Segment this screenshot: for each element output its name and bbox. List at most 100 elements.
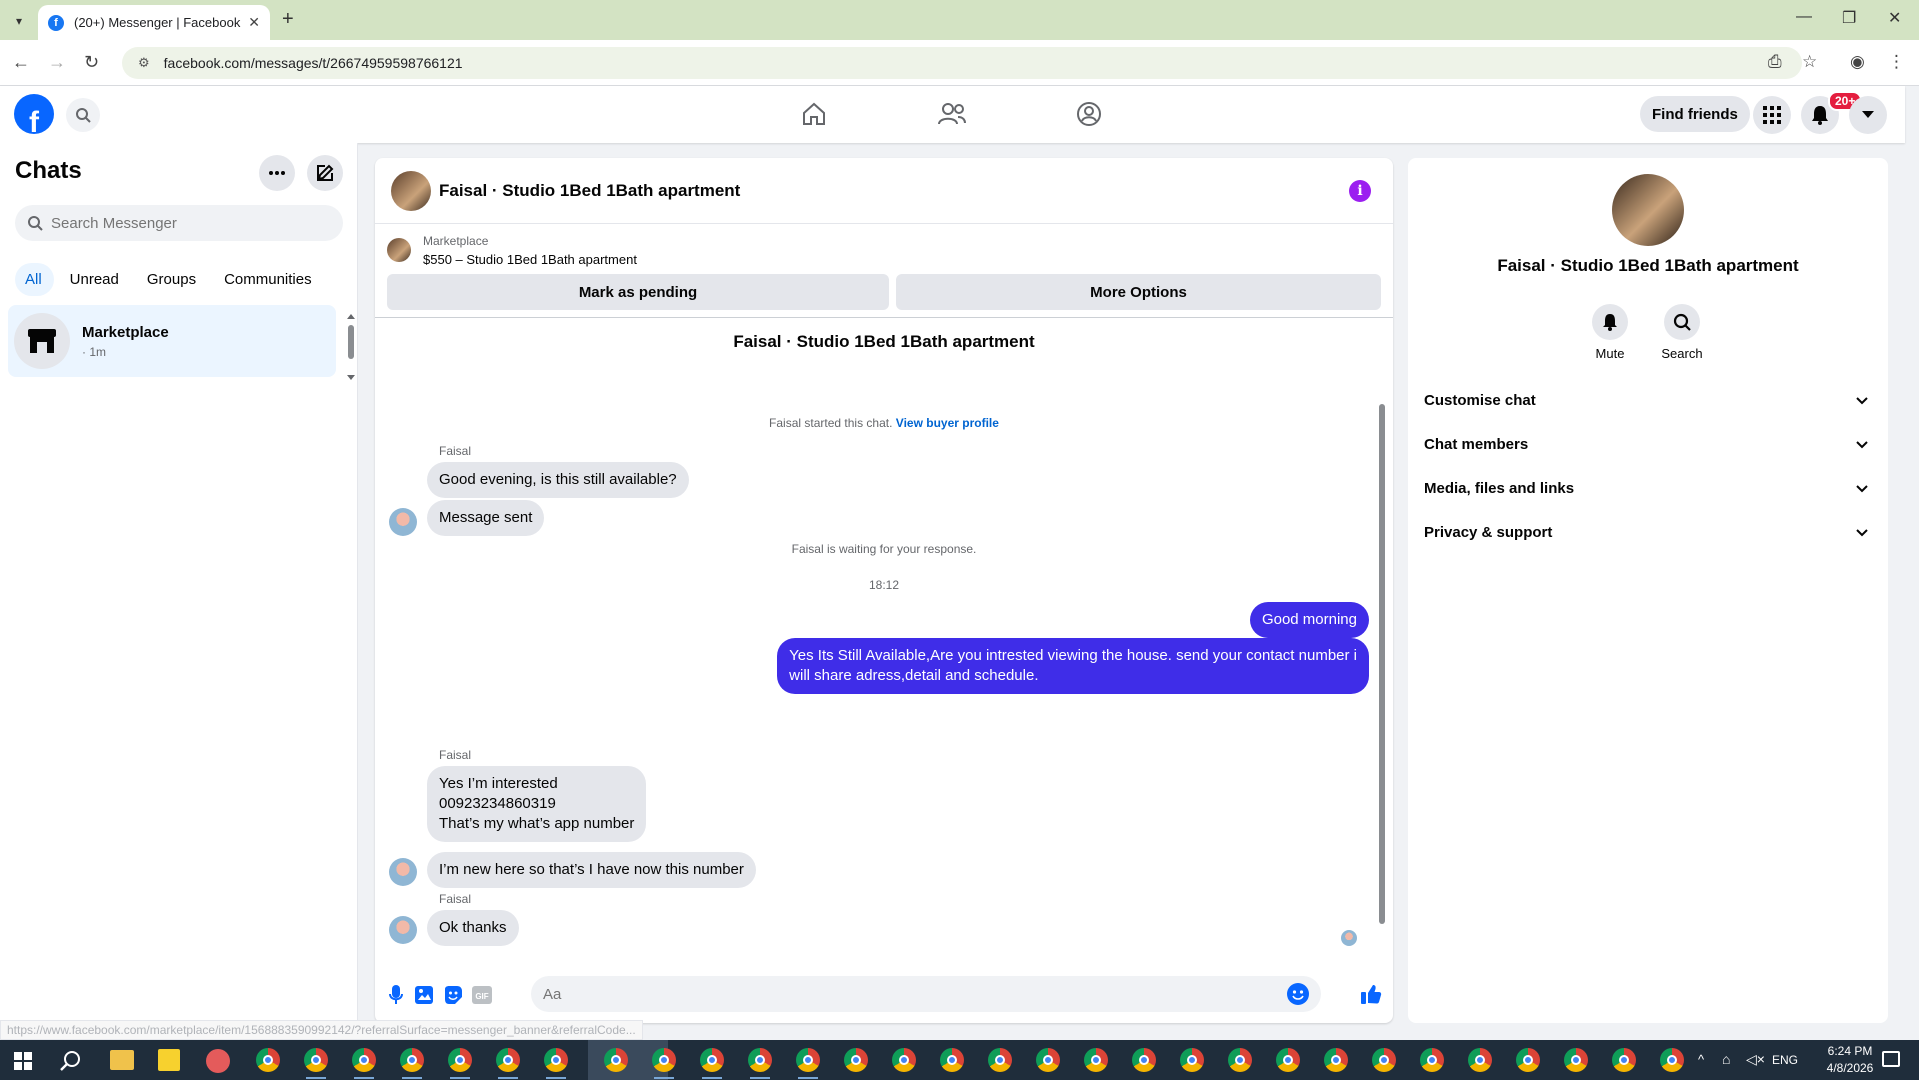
sender-avatar[interactable] bbox=[389, 508, 417, 536]
privacy-support-row[interactable]: Privacy & support bbox=[1424, 512, 1880, 552]
chrome-icon[interactable] bbox=[1132, 1048, 1156, 1072]
mute-action[interactable]: Mute bbox=[1580, 304, 1640, 361]
tray-chevron-icon[interactable]: ^ bbox=[1698, 1052, 1704, 1067]
search-action[interactable]: Search bbox=[1652, 304, 1712, 361]
photo-icon[interactable] bbox=[413, 984, 435, 1006]
bookmark-star-icon[interactable]: ☆ bbox=[1802, 52, 1817, 72]
chrome-icon[interactable] bbox=[1564, 1048, 1588, 1072]
chrome-icon[interactable] bbox=[544, 1048, 568, 1072]
chrome-icon[interactable] bbox=[940, 1048, 964, 1072]
conversation-title[interactable]: Faisal · Studio 1Bed 1Bath apartment bbox=[439, 181, 740, 201]
window-close-icon[interactable]: ✕ bbox=[1888, 8, 1901, 28]
scrollbar-thumb[interactable] bbox=[1379, 404, 1385, 924]
sidebar-scrollbar[interactable] bbox=[346, 313, 356, 383]
info-icon[interactable]: i bbox=[1349, 180, 1371, 202]
chrome-icon[interactable] bbox=[1612, 1048, 1636, 1072]
new-message-icon[interactable] bbox=[307, 155, 343, 191]
sticker-icon[interactable] bbox=[442, 984, 464, 1006]
message-bubble-incoming[interactable]: Message sent bbox=[427, 500, 545, 536]
view-buyer-profile-link[interactable]: View buyer profile bbox=[896, 416, 999, 430]
filter-all[interactable]: All bbox=[15, 263, 54, 296]
search-icon[interactable] bbox=[1664, 304, 1700, 340]
chrome-icon[interactable] bbox=[748, 1048, 772, 1072]
menu-grid-icon[interactable] bbox=[1753, 96, 1791, 134]
facebook-logo-icon[interactable]: f bbox=[14, 94, 54, 134]
app-icon[interactable] bbox=[206, 1049, 230, 1073]
find-friends-button[interactable]: Find friends bbox=[1640, 96, 1750, 132]
like-thumbs-up-icon[interactable] bbox=[1359, 982, 1383, 1006]
restore-icon[interactable]: ❐ bbox=[1842, 8, 1856, 28]
more-options-button[interactable]: More Options bbox=[896, 274, 1381, 310]
chrome-icon[interactable] bbox=[1276, 1048, 1300, 1072]
chrome-icon[interactable] bbox=[256, 1048, 280, 1072]
taskbar-search-icon[interactable] bbox=[60, 1050, 82, 1077]
chrome-icon[interactable] bbox=[352, 1048, 376, 1072]
message-input[interactable] bbox=[543, 985, 1243, 1003]
message-input-box[interactable] bbox=[531, 976, 1321, 1012]
volume-muted-icon[interactable]: ◁× bbox=[1746, 1051, 1765, 1068]
notifications-center-icon[interactable] bbox=[1882, 1051, 1900, 1067]
new-tab-icon[interactable]: + bbox=[282, 8, 294, 31]
chrome-icon[interactable] bbox=[1228, 1048, 1252, 1072]
search-messenger-input[interactable] bbox=[51, 214, 331, 232]
account-chevron-icon[interactable] bbox=[1849, 96, 1887, 134]
chrome-icon[interactable] bbox=[844, 1048, 868, 1072]
chat-item-marketplace[interactable]: Marketplace · 1m bbox=[8, 305, 336, 377]
filter-groups[interactable]: Groups bbox=[137, 263, 208, 296]
customise-chat-row[interactable]: Customise chat bbox=[1424, 380, 1880, 420]
messenger-search[interactable] bbox=[15, 205, 343, 241]
profile-icon[interactable]: ◉ bbox=[1850, 52, 1865, 72]
clock[interactable]: 6:24 PM 4/8/2026 bbox=[1818, 1044, 1882, 1075]
sender-avatar[interactable] bbox=[389, 858, 417, 886]
contact-avatar[interactable] bbox=[391, 170, 431, 211]
chrome-icon[interactable] bbox=[988, 1048, 1012, 1072]
url-bar[interactable]: ⚙ facebook.com/messages/t/26674959598766… bbox=[122, 47, 1802, 79]
chrome-icon[interactable] bbox=[1420, 1048, 1444, 1072]
message-bubble-incoming[interactable]: Ok thanks bbox=[427, 910, 519, 946]
mute-bell-icon[interactable] bbox=[1592, 304, 1628, 340]
message-bubble-incoming[interactable]: Good evening, is this still available? bbox=[427, 462, 689, 498]
windows-start-icon[interactable] bbox=[14, 1052, 32, 1075]
listing-title[interactable]: $550 – Studio 1Bed 1Bath apartment bbox=[423, 252, 637, 267]
browser-menu-icon[interactable]: ⋮ bbox=[1888, 52, 1905, 72]
media-files-links-row[interactable]: Media, files and links bbox=[1424, 468, 1880, 508]
chrome-icon[interactable] bbox=[892, 1048, 916, 1072]
install-app-icon[interactable]: ⎙ bbox=[1768, 52, 1782, 72]
home-icon[interactable] bbox=[798, 98, 830, 130]
browser-tab[interactable]: f (20+) Messenger | Facebook ✕ bbox=[38, 5, 270, 40]
forward-icon[interactable]: → bbox=[48, 52, 66, 73]
chrome-icon[interactable] bbox=[604, 1048, 628, 1072]
chrome-icon[interactable] bbox=[1324, 1048, 1348, 1072]
chrome-icon[interactable] bbox=[1372, 1048, 1396, 1072]
message-bubble-outgoing[interactable]: Good morning bbox=[1249, 602, 1369, 638]
chrome-icon[interactable] bbox=[304, 1048, 328, 1072]
network-icon[interactable]: ⌂ bbox=[1722, 1051, 1730, 1067]
site-info-icon[interactable]: ⚙ bbox=[138, 55, 150, 71]
language-indicator[interactable]: ENG bbox=[1772, 1053, 1798, 1067]
chrome-icon[interactable] bbox=[448, 1048, 472, 1072]
chrome-icon[interactable] bbox=[400, 1048, 424, 1072]
chrome-icon[interactable] bbox=[1036, 1048, 1060, 1072]
filter-unread[interactable]: Unread bbox=[60, 263, 131, 296]
mark-as-pending-button[interactable]: Mark as pending bbox=[387, 274, 889, 310]
chrome-icon[interactable] bbox=[1180, 1048, 1204, 1072]
chrome-icon[interactable] bbox=[496, 1048, 520, 1072]
gif-icon[interactable]: GIF bbox=[471, 984, 493, 1006]
chat-members-row[interactable]: Chat members bbox=[1424, 424, 1880, 464]
minimize-icon[interactable]: — bbox=[1796, 8, 1812, 26]
reload-icon[interactable]: ↻ bbox=[84, 52, 99, 73]
sender-avatar[interactable] bbox=[389, 916, 417, 944]
filter-communities[interactable]: Communities bbox=[214, 263, 324, 296]
chrome-icon[interactable] bbox=[1468, 1048, 1492, 1072]
friends-icon[interactable] bbox=[936, 98, 968, 130]
sticky-notes-icon[interactable] bbox=[158, 1049, 180, 1071]
tab-close-icon[interactable]: ✕ bbox=[248, 14, 260, 31]
header-search-icon[interactable] bbox=[66, 98, 100, 132]
chrome-icon[interactable] bbox=[652, 1048, 676, 1072]
tab-search-menu-icon[interactable]: ▾ bbox=[8, 10, 30, 32]
message-bubble-outgoing[interactable]: Yes Its Still Available,Are you intreste… bbox=[777, 638, 1369, 694]
message-bubble-incoming[interactable]: Yes I’m interested 00923234860319 That’s… bbox=[427, 766, 647, 842]
chrome-icon[interactable] bbox=[700, 1048, 724, 1072]
file-explorer-icon[interactable] bbox=[110, 1050, 134, 1070]
groups-icon[interactable] bbox=[1073, 98, 1105, 130]
